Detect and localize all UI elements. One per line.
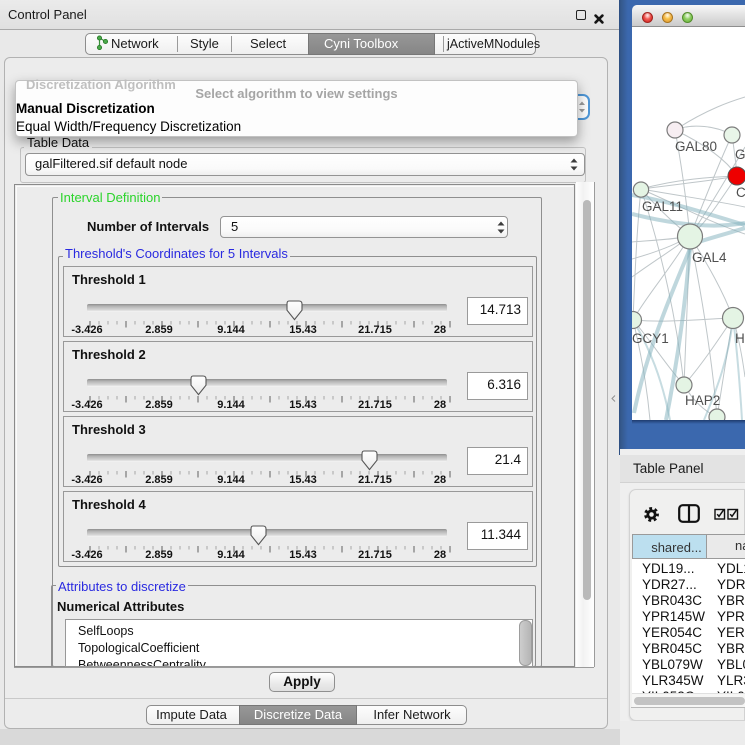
- svg-text:GAL80: GAL80: [675, 139, 717, 154]
- svg-text:H: H: [735, 331, 745, 346]
- svg-text:HAP2: HAP2: [685, 393, 720, 408]
- svg-text:GA: GA: [735, 147, 745, 162]
- svg-text:C: C: [736, 185, 745, 200]
- svg-text:GAL11: GAL11: [642, 199, 683, 214]
- svg-text:GAL4: GAL4: [692, 250, 727, 265]
- svg-text:GCY1: GCY1: [632, 331, 669, 346]
